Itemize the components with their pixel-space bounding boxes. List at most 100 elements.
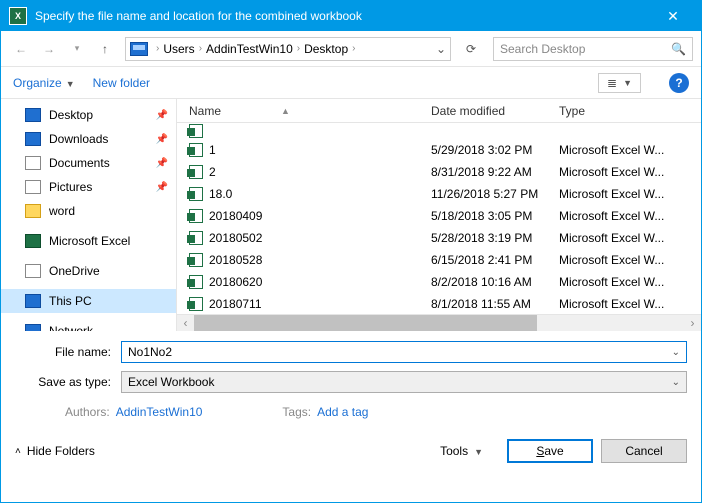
cancel-button[interactable]: Cancel xyxy=(601,439,687,463)
file-name: 20180502 xyxy=(209,231,262,245)
filename-label: File name: xyxy=(15,345,121,359)
crumb-seg[interactable]: Users xyxy=(163,42,194,56)
table-row[interactable]: 20180409 5/18/2018 3:05 PMMicrosoft Excel… xyxy=(177,205,701,227)
table-row[interactable]: 15/29/2018 3:02 PMMicrosoft Excel W... xyxy=(177,139,701,161)
pin-icon: 📌 xyxy=(156,182,168,193)
excel-file-icon xyxy=(189,297,203,311)
pin-icon: 📌 xyxy=(156,158,168,169)
file-name: 20180711 xyxy=(209,297,262,311)
tags-value[interactable]: Add a tag xyxy=(317,405,368,419)
file-list-area: Name▲ Date modified Type 15/29/2018 3:02… xyxy=(177,99,701,331)
save-form: File name: No1No2 ⌄ Save as type: Excel … xyxy=(1,331,701,419)
chevron-down-icon[interactable]: ⌄ xyxy=(672,347,680,358)
folder-icon xyxy=(25,324,41,331)
toolbar: Organize▼ New folder ≣▼ ? xyxy=(1,67,701,99)
file-type: Microsoft Excel W... xyxy=(555,275,701,289)
sidebar-item[interactable]: Microsoft Excel xyxy=(1,229,176,253)
chevron-right-icon: › xyxy=(352,43,355,54)
excel-file-icon xyxy=(189,165,203,179)
col-date[interactable]: Date modified xyxy=(427,104,555,118)
tools-menu[interactable]: Tools▼ xyxy=(440,444,483,458)
recent-dropdown[interactable]: ▾ xyxy=(65,37,89,61)
window-title: Specify the file name and location for t… xyxy=(35,9,653,23)
sidebar-item[interactable]: Pictures📌 xyxy=(1,175,176,199)
folder-icon xyxy=(25,234,41,248)
sidebar-item[interactable]: Desktop 📌 xyxy=(1,103,176,127)
file-date: 8/2/2018 10:16 AM xyxy=(427,275,555,289)
table-row[interactable]: 18.011/26/2018 5:27 PMMicrosoft Excel W.… xyxy=(177,183,701,205)
sidebar-item[interactable]: Documents 📌 xyxy=(1,151,176,175)
crumb-seg[interactable]: AddinTestWin10 xyxy=(206,42,293,56)
folder-icon xyxy=(25,204,41,218)
scroll-track[interactable] xyxy=(194,315,684,332)
file-type: Microsoft Excel W... xyxy=(555,187,701,201)
file-type: Microsoft Excel W... xyxy=(555,209,701,223)
chevron-right-icon: › xyxy=(156,43,159,54)
filename-input[interactable]: No1No2 ⌄ xyxy=(121,341,687,363)
hide-folders-toggle[interactable]: ˄ Hide Folders xyxy=(15,444,95,458)
col-type[interactable]: Type xyxy=(555,104,701,118)
sidebar-item[interactable]: This PC xyxy=(1,289,176,313)
table-row[interactable]: 201805025/28/2018 3:19 PMMicrosoft Excel… xyxy=(177,227,701,249)
hide-folders-label: Hide Folders xyxy=(27,444,95,458)
sidebar-item[interactable]: word xyxy=(1,199,176,223)
footer: ˄ Hide Folders Tools▼ Save Cancel xyxy=(1,419,701,473)
sidebar-item-label: Microsoft Excel xyxy=(49,234,130,248)
crumb-seg[interactable]: Desktop xyxy=(304,42,348,56)
file-date: 8/31/2018 9:22 AM xyxy=(427,165,555,179)
sidebar-item-label: Downloads xyxy=(49,132,108,146)
table-row[interactable] xyxy=(177,123,701,139)
table-row[interactable]: 201807118/1/2018 11:55 AMMicrosoft Excel… xyxy=(177,293,701,314)
sort-asc-icon: ▲ xyxy=(281,106,290,116)
breadcrumb-bar[interactable]: › Users › AddinTestWin10 › Desktop › ⌄ xyxy=(125,37,451,61)
close-button[interactable]: ✕ xyxy=(653,8,693,25)
file-name: 20180620 xyxy=(209,275,262,289)
file-name: 1 xyxy=(209,143,216,157)
excel-file-icon xyxy=(189,209,203,223)
col-name[interactable]: Name▲ xyxy=(177,104,427,118)
scroll-right-icon[interactable]: › xyxy=(684,315,701,332)
up-button[interactable]: ↑ xyxy=(93,37,117,61)
folder-icon xyxy=(25,180,41,194)
scroll-thumb[interactable] xyxy=(194,315,537,332)
sidebar-item-label: OneDrive xyxy=(49,264,100,278)
scroll-left-icon[interactable]: ‹ xyxy=(177,315,194,332)
horizontal-scrollbar[interactable]: ‹ › xyxy=(177,314,701,331)
new-folder-button[interactable]: New folder xyxy=(93,76,150,90)
refresh-button[interactable]: ⟳ xyxy=(459,37,483,61)
view-options-button[interactable]: ≣▼ xyxy=(598,73,641,93)
chevron-right-icon: › xyxy=(199,43,202,54)
organize-menu[interactable]: Organize▼ xyxy=(13,76,75,90)
titlebar: X Specify the file name and location for… xyxy=(1,1,701,31)
excel-app-icon: X xyxy=(9,7,27,25)
help-button[interactable]: ? xyxy=(669,73,689,93)
authors-value[interactable]: AddinTestWin10 xyxy=(116,405,203,419)
save-type-combo[interactable]: Excel Workbook ⌄ xyxy=(121,371,687,393)
excel-file-icon xyxy=(189,143,203,157)
file-date: 5/18/2018 3:05 PM xyxy=(427,209,555,223)
back-button[interactable]: ← xyxy=(9,37,33,61)
pin-icon: 📌 xyxy=(156,110,168,121)
file-name: 20180409 xyxy=(209,209,262,223)
search-input[interactable]: Search Desktop 🔍 xyxy=(493,37,693,61)
sidebar-item-label: word xyxy=(49,204,75,218)
table-row[interactable]: 201805286/15/2018 2:41 PMMicrosoft Excel… xyxy=(177,249,701,271)
file-date: 5/28/2018 3:19 PM xyxy=(427,231,555,245)
breadcrumb-dropdown-icon[interactable]: ⌄ xyxy=(436,42,446,56)
sidebar-item-label: Desktop xyxy=(49,108,93,122)
tags-label: Tags: xyxy=(282,405,311,419)
forward-button: → xyxy=(37,37,61,61)
save-button[interactable]: Save xyxy=(507,439,593,463)
chevron-down-icon: ▼ xyxy=(474,447,483,457)
excel-file-icon xyxy=(189,187,203,201)
sidebar-item[interactable]: OneDrive xyxy=(1,259,176,283)
chevron-down-icon[interactable]: ⌄ xyxy=(672,377,680,388)
sidebar-item-label: Documents xyxy=(49,156,110,170)
folder-icon xyxy=(25,108,41,122)
sidebar-item[interactable]: Network xyxy=(1,319,176,331)
table-row[interactable]: 28/31/2018 9:22 AMMicrosoft Excel W... xyxy=(177,161,701,183)
table-row[interactable]: 20180620 8/2/2018 10:16 AMMicrosoft Excel… xyxy=(177,271,701,293)
excel-file-icon xyxy=(189,253,203,267)
sidebar-item[interactable]: Downloads📌 xyxy=(1,127,176,151)
file-date: 6/15/2018 2:41 PM xyxy=(427,253,555,267)
